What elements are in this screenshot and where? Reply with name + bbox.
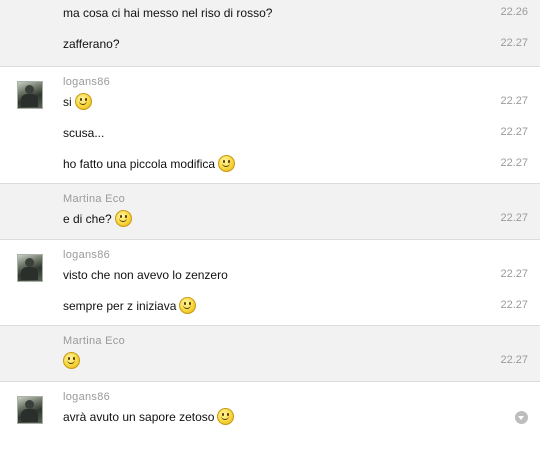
message-row: scusa... 22.27 — [63, 123, 540, 143]
message-group: logans86 avrà avuto un sapore zetoso — [0, 381, 540, 466]
message-row: sempre per z iniziava 22.27 — [63, 296, 540, 316]
sender-name[interactable]: logans86 — [63, 391, 110, 403]
smiley-icon — [179, 296, 197, 314]
message-text — [63, 351, 80, 369]
message-row: e di che? 22.27 — [63, 209, 540, 229]
message-text: avrà avuto un sapore zetoso — [63, 407, 235, 425]
smiley-icon — [74, 92, 92, 110]
message-text: zafferano? — [63, 37, 120, 51]
message-row: ho fatto una piccola modifica 22.27 — [63, 154, 540, 174]
message-timestamp: 22.27 — [500, 268, 528, 280]
message-timestamp: 22.27 — [500, 37, 528, 49]
message-row: 22.27 — [63, 351, 540, 371]
message-timestamp: 22.26 — [500, 6, 528, 18]
sender-name[interactable]: Martina Eco — [63, 335, 125, 347]
message-timestamp: 22.27 — [500, 354, 528, 366]
message-row: si 22.27 — [63, 92, 540, 112]
message-text: visto che non avevo lo zenzero — [63, 268, 228, 282]
message-timestamp: 22.27 — [500, 212, 528, 224]
message-text: e di che? — [63, 209, 132, 227]
message-row: avrà avuto un sapore zetoso — [63, 407, 540, 427]
message-text: ma cosa ci hai messo nel riso di rosso? — [63, 6, 273, 20]
user-avatar[interactable] — [17, 254, 43, 282]
message-body: sempre per z iniziava — [63, 299, 177, 313]
message-text: sempre per z iniziava — [63, 296, 197, 314]
message-body: e di che? — [63, 212, 112, 226]
message-text: ho fatto una piccola modifica — [63, 154, 236, 172]
message-group: Martina Eco e di che? 22.27 — [0, 183, 540, 239]
message-group: Martina Eco 22.27 — [0, 325, 540, 381]
message-body: ho fatto una piccola modifica — [63, 157, 216, 171]
message-text: scusa... — [63, 126, 105, 140]
message-row: visto che non avevo lo zenzero 22.27 — [63, 265, 540, 285]
message-body: si — [63, 95, 72, 109]
smiley-icon — [218, 154, 236, 172]
user-avatar[interactable] — [17, 396, 43, 424]
message-timestamp: 22.27 — [500, 299, 528, 311]
smiley-icon — [114, 209, 132, 227]
chevron-down-icon[interactable] — [515, 411, 528, 424]
message-timestamp: 22.27 — [500, 95, 528, 107]
message-timestamp: 22.27 — [500, 126, 528, 138]
message-group: logans86 visto che non avevo lo zenzero … — [0, 239, 540, 325]
smiley-icon — [217, 407, 235, 425]
message-group: ma cosa ci hai messo nel riso di rosso? … — [0, 0, 540, 66]
user-avatar[interactable] — [17, 81, 43, 109]
chat-transcript: ma cosa ci hai messo nel riso di rosso? … — [0, 0, 540, 466]
message-body: avrà avuto un sapore zetoso — [63, 410, 215, 424]
sender-name[interactable]: logans86 — [63, 249, 110, 261]
smiley-icon — [63, 351, 80, 369]
message-text: si — [63, 92, 92, 110]
sender-name[interactable]: Martina Eco — [63, 193, 125, 205]
message-row: zafferano? 22.27 — [63, 34, 540, 54]
message-row: ma cosa ci hai messo nel riso di rosso? … — [63, 3, 540, 23]
message-group: logans86 si 22.27 scusa... 22.27 ho fatt… — [0, 66, 540, 183]
message-timestamp: 22.27 — [500, 157, 528, 169]
sender-name[interactable]: logans86 — [63, 76, 110, 88]
